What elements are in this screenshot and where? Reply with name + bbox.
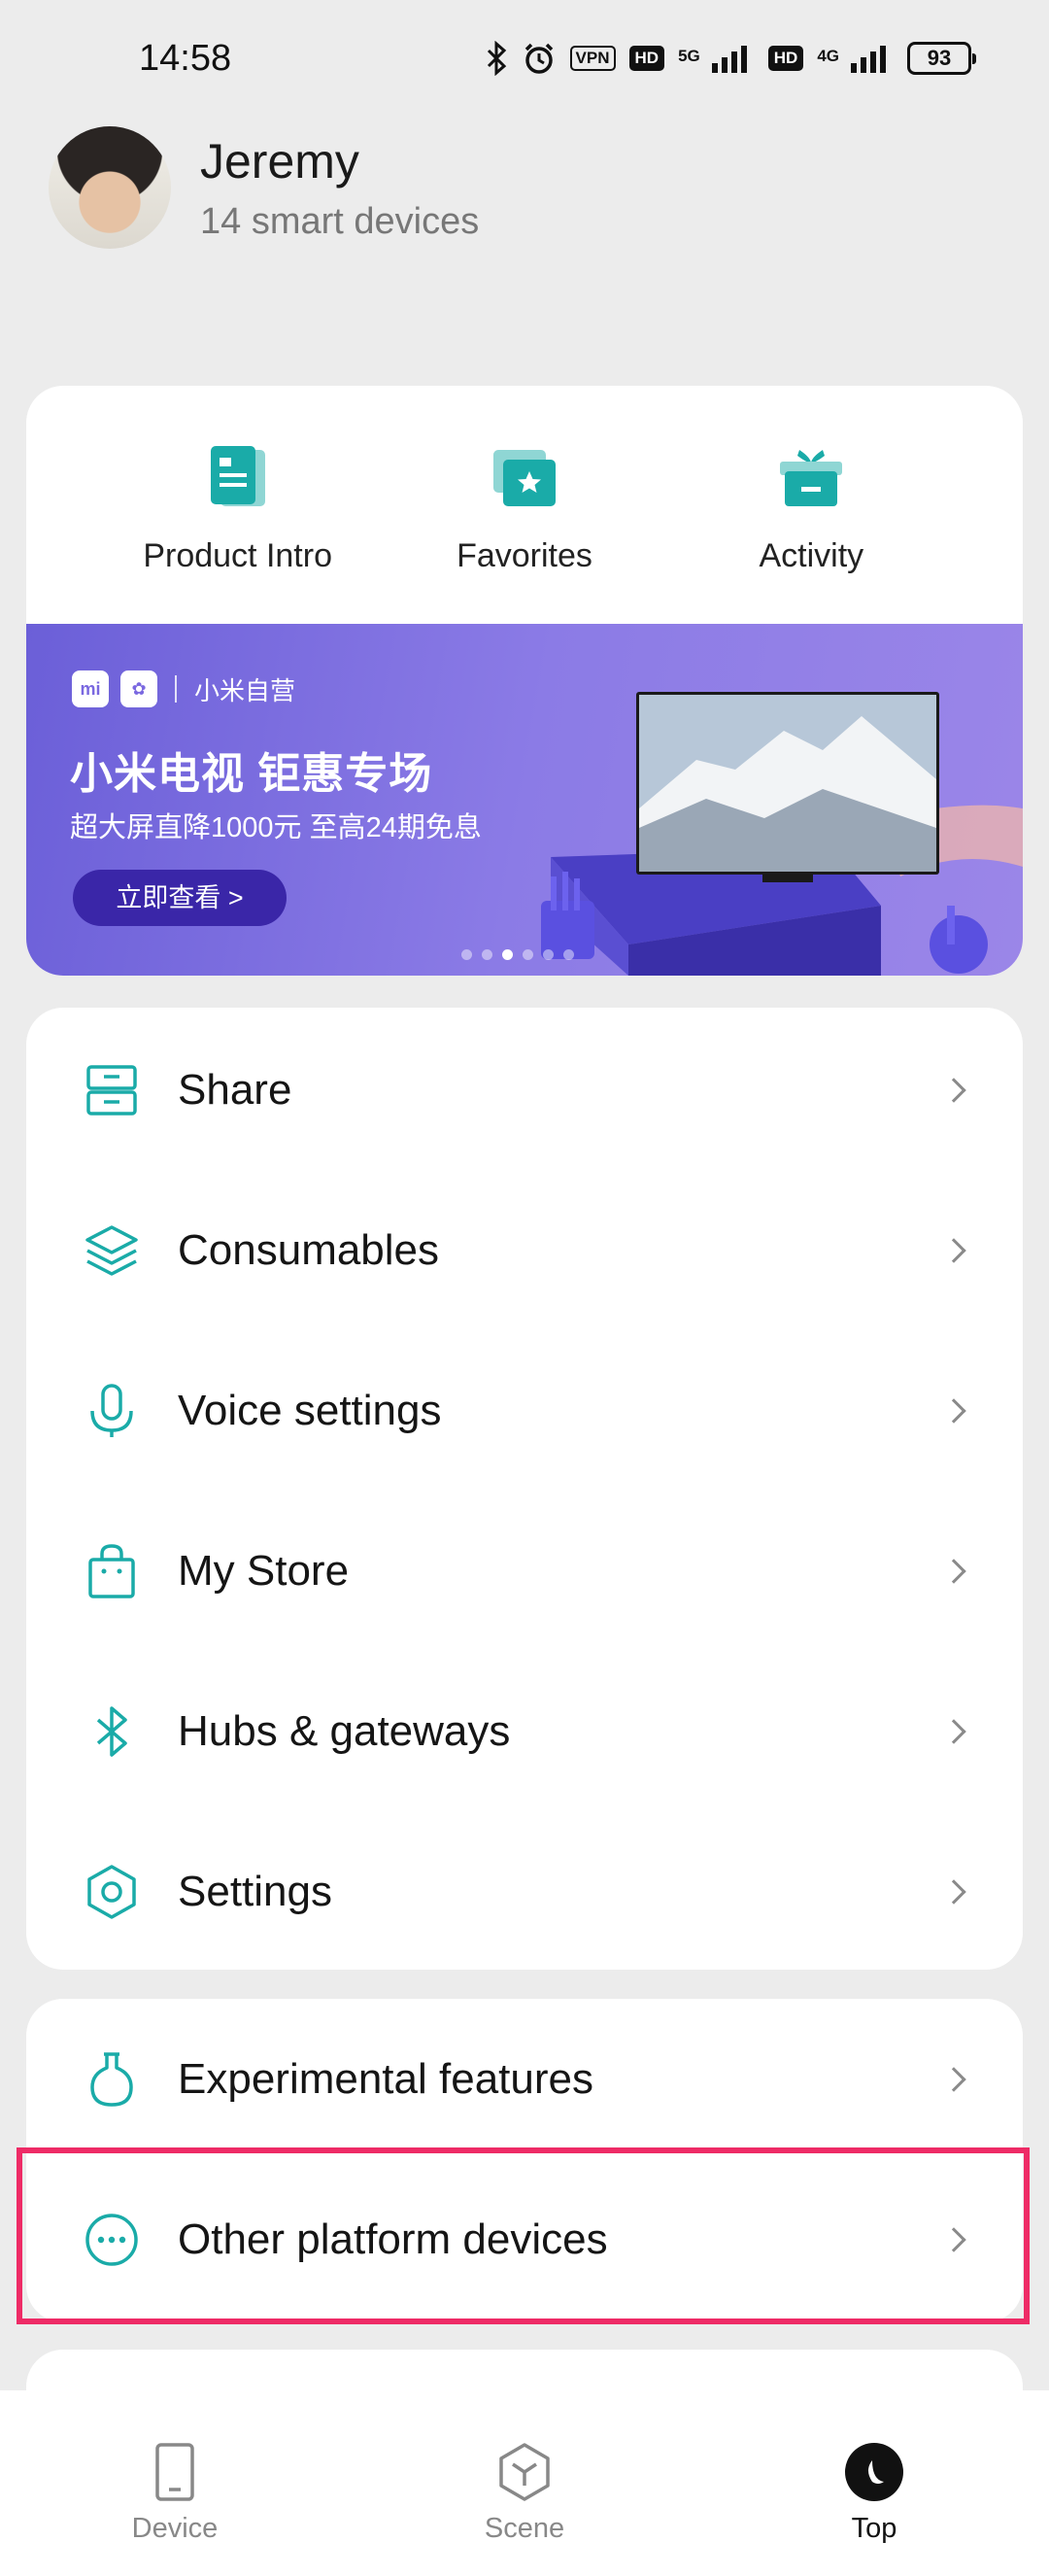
battery-indicator: 93: [907, 42, 976, 75]
menu-item-other-platform-devices[interactable]: Other platform devices: [26, 2159, 1023, 2319]
menu-item-consumables[interactable]: Consumables: [26, 1170, 1023, 1330]
banner-dot: [543, 949, 554, 960]
banner-separator: [175, 675, 177, 703]
menu-label-hubs-gateways: Hubs & gateways: [178, 1706, 511, 1755]
cube-icon: [499, 2443, 550, 2501]
vpn-badge: VPN: [569, 46, 616, 71]
menu-item-my-store[interactable]: My Store: [26, 1491, 1023, 1651]
profile-header[interactable]: Jeremy 14 smart devices: [49, 126, 479, 249]
product-intro-label: Product Intro: [143, 537, 332, 574]
tab-scene[interactable]: Scene: [427, 2441, 622, 2545]
menu-label-consumables: Consumables: [178, 1225, 440, 1274]
star-icon: [492, 450, 556, 506]
chevron-right-icon: [941, 1237, 966, 1263]
tablet-icon: [155, 2443, 194, 2501]
tab-scene-label: Scene: [484, 2513, 565, 2544]
menu-item-share[interactable]: Share: [26, 1010, 1023, 1170]
banner-dot: [482, 949, 492, 960]
moon-icon: [845, 2443, 903, 2501]
menu-item-settings[interactable]: Settings: [26, 1811, 1023, 1970]
microphone-icon: [90, 1383, 133, 1437]
profile-name: Jeremy: [200, 133, 359, 189]
chevron-right-icon: [941, 1878, 966, 1905]
bluetooth-icon: [96, 1705, 127, 1757]
banner-dot: [461, 949, 472, 960]
activity-button[interactable]: Activity: [680, 442, 942, 624]
menu-label-my-store: My Store: [178, 1546, 350, 1595]
menu-label-other-platform-devices: Other platform devices: [178, 2215, 608, 2263]
banner-subtitle: 超大屏直降1000元 至高24期免息: [70, 812, 482, 843]
banner-dot: [523, 949, 533, 960]
banner-logos: mi ✿ 小米自营: [72, 670, 295, 707]
tab-device[interactable]: Device: [78, 2441, 272, 2545]
banner-brand: 小米自营: [194, 675, 296, 705]
share-box-icon: [86, 1064, 137, 1116]
menu-item-experimental-features[interactable]: Experimental features: [26, 1999, 1023, 2159]
bottom-navigation: Device Scene Top: [0, 2390, 1049, 2576]
chevron-right-icon: [941, 1077, 966, 1103]
signal-5g-icon: [711, 46, 747, 73]
document-icon: [210, 446, 265, 506]
chevron-right-icon: [941, 2226, 966, 2252]
chevron-right-icon: [941, 1558, 966, 1584]
promo-banner[interactable]: mi ✿ 小米自营 小米电视 钜惠专场 超大屏直降1000元 至高24期免息 立…: [26, 624, 1023, 976]
shopping-bag-icon: [88, 1543, 135, 1598]
chevron-right-icon: [941, 2066, 966, 2092]
tab-device-label: Device: [131, 2513, 219, 2544]
menu-label-settings: Settings: [178, 1867, 332, 1915]
mi-logo: mi: [72, 670, 109, 707]
banner-title: 小米电视 钜惠专场: [70, 750, 433, 798]
network-5g-label: 5G: [678, 47, 700, 65]
layers-icon: [85, 1224, 138, 1276]
flask-icon: [90, 2051, 133, 2107]
chevron-right-icon: [941, 1718, 966, 1744]
favorites-label: Favorites: [457, 537, 592, 574]
status-time: 14:58: [139, 37, 232, 79]
banner-view-button[interactable]: 立即查看 >: [73, 870, 287, 926]
product-intro-button[interactable]: Product Intro: [107, 442, 369, 624]
status-icons: VPN HD 5G HD 4G 93: [485, 41, 976, 76]
bluetooth-status-icon: [487, 41, 506, 76]
menu-label-voice-settings: Voice settings: [178, 1386, 442, 1434]
hd-badge: HD: [628, 46, 665, 71]
avatar[interactable]: [49, 126, 171, 249]
activity-label: Activity: [759, 537, 864, 574]
alarm-icon: [524, 43, 553, 74]
chevron-right-icon: [941, 1397, 966, 1424]
favorites-button[interactable]: Favorites: [393, 442, 656, 624]
extra-menu-card: Experimental features Other platform dev…: [26, 1999, 1023, 2322]
more-circle-icon: [85, 2213, 138, 2266]
hexagon-gear-icon: [87, 1864, 136, 1919]
menu-label-share: Share: [178, 1065, 292, 1114]
gift-icon: [780, 450, 843, 506]
device-count: 14 smart devices: [200, 200, 480, 242]
banner-illustration: [541, 692, 1023, 976]
menu-label-experimental-features: Experimental features: [178, 2054, 593, 2103]
quick-actions-card: Product Intro Favorites Activity mi ✿ 小米…: [26, 386, 1023, 976]
banner-pagination: [461, 949, 574, 960]
tab-top-label: Top: [851, 2513, 897, 2544]
status-bar: 14:58 VPN HD 5G HD 4G 93: [0, 0, 1049, 117]
tab-top[interactable]: Top: [777, 2441, 971, 2545]
banner-dot: [563, 949, 574, 960]
signal-4g-icon: [851, 46, 886, 73]
menu-item-hubs-gateways[interactable]: Hubs & gateways: [26, 1651, 1023, 1811]
menu-item-voice-settings[interactable]: Voice settings: [26, 1330, 1023, 1491]
main-menu-card: Share Consumables Voice settings My Stor…: [26, 1008, 1023, 1970]
banner-dot-active: [502, 949, 513, 960]
mijia-logo: ✿: [120, 670, 157, 707]
network-4g-label: 4G: [817, 47, 839, 65]
hd-badge-2: HD: [767, 46, 804, 71]
